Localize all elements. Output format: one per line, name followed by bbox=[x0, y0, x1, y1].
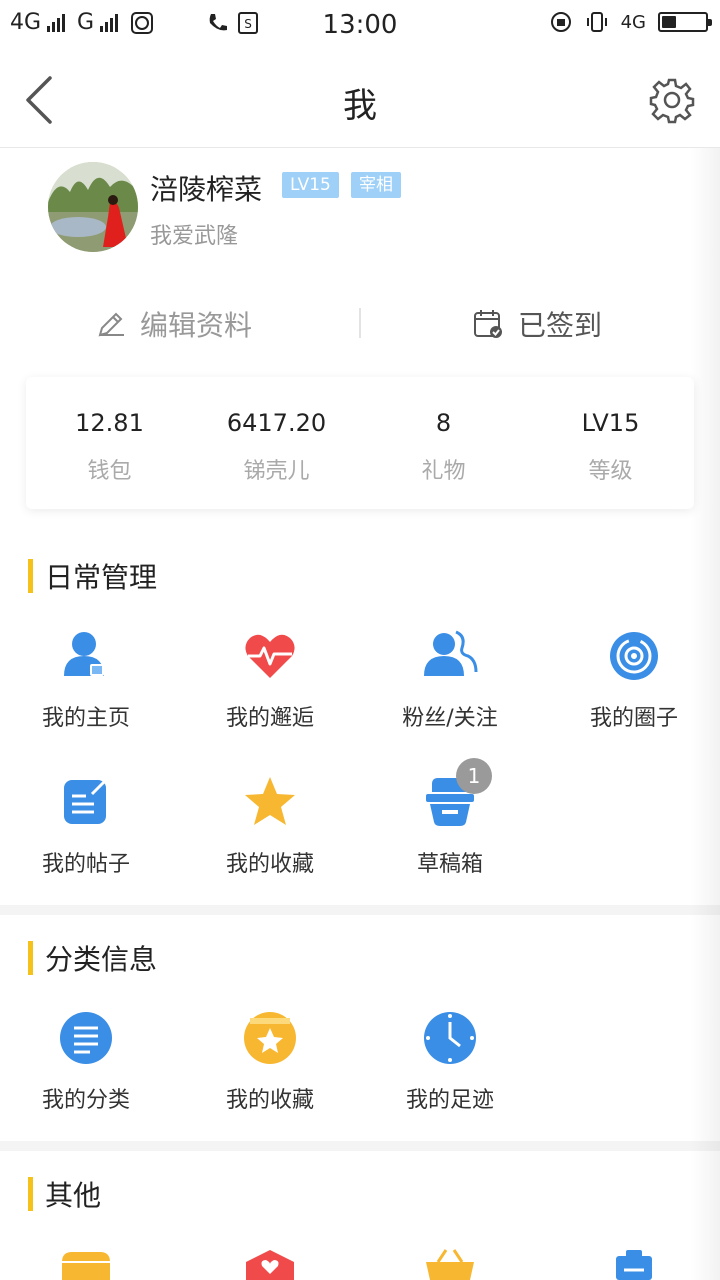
stat-wallet[interactable]: 12.81 钱包 bbox=[26, 377, 193, 509]
envelope-heart-icon[interactable] bbox=[240, 1248, 300, 1280]
grid-item-favorites[interactable]: 我的收藏 bbox=[180, 772, 360, 878]
grid-item-label: 我的分类 bbox=[41, 1088, 130, 1113]
grid-item-posts[interactable]: 我的帖子 bbox=[0, 772, 176, 878]
stat-gifts[interactable]: 8 礼物 bbox=[360, 377, 527, 509]
stats-card: 12.81 钱包 6417.20 锑壳儿 8 礼物 LV15 等级 bbox=[26, 377, 694, 509]
user-icon bbox=[56, 626, 116, 686]
favorite-star-icon bbox=[240, 1008, 300, 1068]
grid-item-label: 我的圈子 bbox=[589, 706, 678, 731]
signin-button[interactable]: 已签到 bbox=[472, 304, 602, 344]
stat-level[interactable]: LV15 等级 bbox=[527, 377, 694, 509]
grid-item-label: 我的收藏 bbox=[225, 1088, 314, 1113]
calendar-check-icon bbox=[474, 310, 502, 338]
grid-item-footprints[interactable]: 我的足迹 bbox=[360, 1008, 540, 1114]
status-right: 4G bbox=[549, 10, 712, 34]
status-bar: 4G G S 13:00 4G bbox=[0, 0, 720, 52]
section-title-text: 分类信息 bbox=[45, 943, 158, 976]
stat-coins[interactable]: 6417.20 锑壳儿 bbox=[193, 377, 360, 509]
grid-item-homepage[interactable]: 我的主页 bbox=[0, 626, 176, 732]
grid-item-circles[interactable]: 我的圈子 bbox=[544, 626, 720, 732]
followers-icon bbox=[420, 626, 480, 686]
clock-icon bbox=[420, 1008, 480, 1068]
basket-icon[interactable] bbox=[420, 1248, 480, 1280]
star-icon bbox=[240, 772, 300, 832]
section-title-text: 其他 bbox=[45, 1179, 102, 1212]
grid-item-label: 草稿箱 bbox=[416, 852, 483, 877]
title-badge: 宰相 bbox=[351, 172, 401, 198]
section-separator bbox=[0, 905, 720, 915]
section-title-text: 日常管理 bbox=[45, 561, 158, 594]
accent-bar bbox=[28, 1177, 33, 1211]
section-title-daily: 日常管理 bbox=[28, 556, 157, 596]
grid-item-my-category[interactable]: 我的分类 bbox=[0, 1008, 176, 1114]
avatar-image bbox=[48, 162, 138, 252]
stat-label: 等级 bbox=[588, 459, 633, 484]
vibrate-icon bbox=[586, 12, 607, 32]
grid-item-label: 我的收藏 bbox=[225, 852, 314, 877]
level-badge: LV15 bbox=[282, 172, 339, 198]
stat-value: 8 bbox=[435, 409, 452, 437]
stat-label: 礼物 bbox=[421, 459, 466, 484]
section-title-category: 分类信息 bbox=[28, 938, 157, 978]
stat-value: 6417.20 bbox=[226, 409, 327, 437]
stat-label: 钱包 bbox=[87, 459, 132, 484]
clipboard-icon[interactable] bbox=[604, 1248, 664, 1280]
grid-item-label: 我的帖子 bbox=[41, 852, 130, 877]
grid-item-category-favorites[interactable]: 我的收藏 bbox=[180, 1008, 360, 1114]
grid-item-encounter[interactable]: 我的邂逅 bbox=[180, 626, 360, 732]
shop-icon[interactable] bbox=[56, 1248, 116, 1280]
signin-label: 已签到 bbox=[518, 309, 603, 342]
grid-item-label: 我的主页 bbox=[41, 706, 130, 731]
stat-value: 12.81 bbox=[75, 409, 144, 437]
rotation-lock-icon bbox=[550, 12, 571, 32]
list-icon bbox=[56, 1008, 116, 1068]
section-separator bbox=[0, 1141, 720, 1151]
accent-bar bbox=[28, 559, 33, 593]
accent-bar bbox=[28, 941, 33, 975]
divider bbox=[359, 308, 361, 338]
page-title: 我 bbox=[343, 86, 377, 126]
battery-icon bbox=[658, 12, 712, 32]
stat-value: LV15 bbox=[581, 409, 640, 437]
signature: 我爱武隆 bbox=[150, 224, 239, 249]
section-title-other: 其他 bbox=[28, 1174, 101, 1214]
grid-item-label: 粉丝/关注 bbox=[402, 706, 498, 731]
edit-profile-button[interactable]: 编辑资料 bbox=[96, 304, 252, 344]
drafts-icon: 1 bbox=[420, 758, 492, 832]
pencil-icon bbox=[98, 312, 124, 337]
grid-item-label: 我的邂逅 bbox=[225, 706, 314, 731]
grid-item-label: 我的足迹 bbox=[405, 1088, 494, 1113]
profile-actions: 编辑资料 已签到 bbox=[0, 296, 720, 352]
top-header: 我 bbox=[0, 52, 720, 148]
avatar[interactable] bbox=[48, 162, 138, 252]
network-label-3: 4G bbox=[620, 11, 646, 33]
heartbeat-icon bbox=[240, 626, 300, 686]
edit-profile-label: 编辑资料 bbox=[140, 309, 253, 342]
grid-item-followers[interactable]: 粉丝/关注 bbox=[360, 626, 540, 732]
circle-icon bbox=[604, 626, 664, 686]
gear-icon[interactable] bbox=[648, 76, 696, 124]
username: 涪陵榨菜 bbox=[150, 173, 263, 206]
post-icon bbox=[56, 772, 116, 832]
drafts-count-badge: 1 bbox=[456, 758, 492, 794]
stat-label: 锑壳儿 bbox=[243, 459, 310, 484]
grid-item-drafts[interactable]: 1 草稿箱 bbox=[360, 758, 540, 878]
